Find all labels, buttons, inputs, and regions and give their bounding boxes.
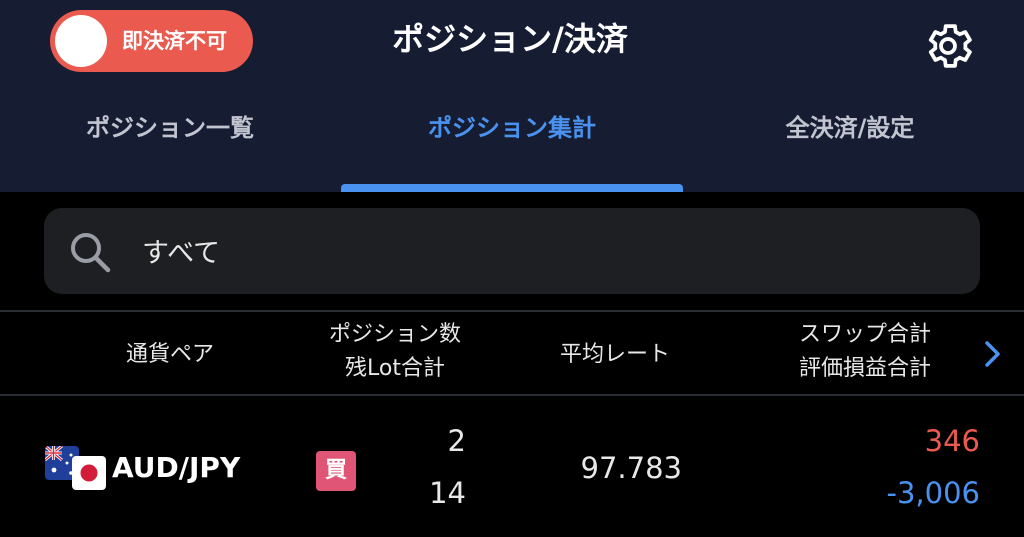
toggle-knob[interactable]	[55, 15, 107, 67]
toggle-label: 即決済不可	[122, 29, 227, 53]
buy-side-badge: 買	[316, 451, 356, 491]
currency-pair: AUD/JPY	[112, 451, 241, 484]
lot-total: 14	[429, 476, 466, 510]
column-header-position-count: ポジション数	[328, 322, 461, 347]
header-divider-top	[0, 310, 1024, 312]
active-tab-indicator	[341, 184, 683, 192]
currency-filter-search[interactable]	[44, 208, 980, 294]
app-header: 即決済不可 ポジション/決済 ポジション一覧 ポジション集計 全決済/設定	[0, 0, 1024, 192]
tab-position-list[interactable]: ポジション一覧	[40, 108, 300, 152]
column-header-average-rate: 平均レート	[559, 342, 670, 367]
search-input[interactable]	[142, 226, 922, 274]
position-count: 2	[447, 424, 466, 458]
average-rate: 97.783	[580, 451, 682, 485]
gear-icon[interactable]	[920, 18, 976, 74]
column-header-valuation-total: 評価損益合計	[798, 356, 931, 381]
tab-position-summary[interactable]: ポジション集計	[341, 108, 683, 152]
page-title: ポジション/決済	[392, 20, 628, 58]
swap-total: 346	[924, 424, 980, 458]
column-header-pair: 通貨ペア	[125, 342, 214, 367]
column-header-swap-total: スワップ合計	[798, 322, 931, 347]
valuation-pl-total: -3,006	[886, 476, 981, 510]
search-icon	[71, 233, 111, 273]
tab-settle-all-settings[interactable]: 全決済/設定	[720, 108, 980, 152]
japan-flag-icon	[72, 456, 106, 490]
instant-settlement-toggle[interactable]: 即決済不可	[50, 10, 253, 72]
chevron-right-icon[interactable]	[982, 338, 1004, 370]
column-header-lot-total: 残Lot合計	[345, 356, 445, 381]
position-settlement-screen: 即決済不可 ポジション/決済 ポジション一覧 ポジション集計 全決済/設定 通貨…	[0, 0, 1024, 537]
header-divider-bottom	[0, 394, 1024, 396]
